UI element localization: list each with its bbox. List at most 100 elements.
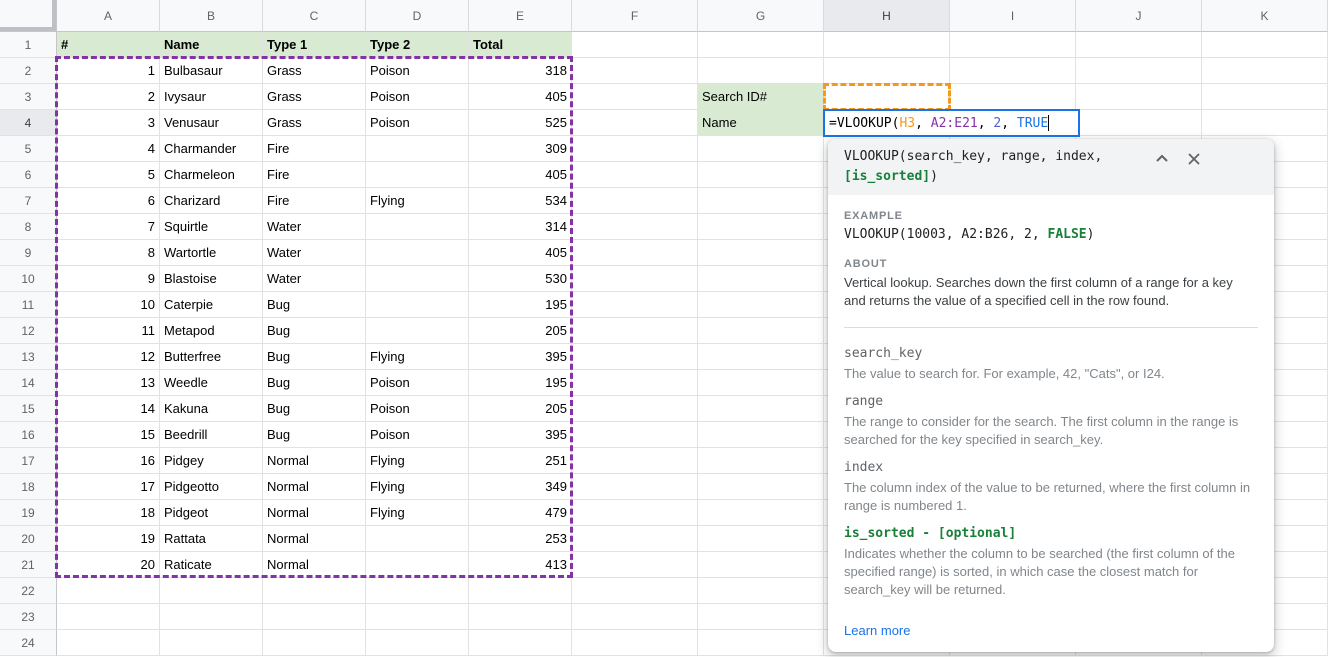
cell-E17[interactable]: 251 xyxy=(469,448,572,474)
cell-C16[interactable]: Bug xyxy=(263,422,366,448)
column-header-g[interactable]: G xyxy=(698,0,824,32)
formula-input[interactable]: =VLOOKUP(H3, A2:E21, 2, TRUE xyxy=(823,109,1080,137)
cell-G11[interactable] xyxy=(698,292,824,318)
cell-D5[interactable] xyxy=(366,136,469,162)
row-header-5[interactable]: 5 xyxy=(0,136,57,162)
cell-D14[interactable]: Poison xyxy=(366,370,469,396)
learn-more-link[interactable]: Learn more xyxy=(844,623,910,638)
cell-D21[interactable] xyxy=(366,552,469,578)
cell-E24[interactable] xyxy=(469,630,572,656)
cell-D7[interactable]: Flying xyxy=(366,188,469,214)
cell-D2[interactable]: Poison xyxy=(366,58,469,84)
cell-C15[interactable]: Bug xyxy=(263,396,366,422)
cell-A4[interactable]: 3 xyxy=(57,110,160,136)
cell-G5[interactable] xyxy=(698,136,824,162)
cell-E1[interactable]: Total xyxy=(469,32,572,58)
row-header-12[interactable]: 12 xyxy=(0,318,57,344)
cell-J2[interactable] xyxy=(1076,58,1202,84)
cell-H3[interactable] xyxy=(824,84,950,110)
cell-E21[interactable]: 413 xyxy=(469,552,572,578)
cell-K2[interactable] xyxy=(1202,58,1328,84)
row-header-10[interactable]: 10 xyxy=(0,266,57,292)
cell-D23[interactable] xyxy=(366,604,469,630)
cell-F13[interactable] xyxy=(572,344,698,370)
cell-B19[interactable]: Pidgeot xyxy=(160,500,263,526)
cell-I2[interactable] xyxy=(950,58,1076,84)
cell-G8[interactable] xyxy=(698,214,824,240)
row-header-8[interactable]: 8 xyxy=(0,214,57,240)
cell-C3[interactable]: Grass xyxy=(263,84,366,110)
cell-G20[interactable] xyxy=(698,526,824,552)
cell-G15[interactable] xyxy=(698,396,824,422)
cell-A16[interactable]: 15 xyxy=(57,422,160,448)
cell-B11[interactable]: Caterpie xyxy=(160,292,263,318)
cell-I1[interactable] xyxy=(950,32,1076,58)
cell-A13[interactable]: 12 xyxy=(57,344,160,370)
cell-F2[interactable] xyxy=(572,58,698,84)
cell-F5[interactable] xyxy=(572,136,698,162)
cell-C1[interactable]: Type 1 xyxy=(263,32,366,58)
cell-B16[interactable]: Beedrill xyxy=(160,422,263,448)
cell-E10[interactable]: 530 xyxy=(469,266,572,292)
cell-G16[interactable] xyxy=(698,422,824,448)
cell-F15[interactable] xyxy=(572,396,698,422)
cell-J4[interactable] xyxy=(1076,110,1202,136)
cell-E5[interactable]: 309 xyxy=(469,136,572,162)
cell-K3[interactable] xyxy=(1202,84,1328,110)
cell-C19[interactable]: Normal xyxy=(263,500,366,526)
row-header-20[interactable]: 20 xyxy=(0,526,57,552)
cell-F11[interactable] xyxy=(572,292,698,318)
cell-C12[interactable]: Bug xyxy=(263,318,366,344)
cell-G22[interactable] xyxy=(698,578,824,604)
cell-C22[interactable] xyxy=(263,578,366,604)
row-header-14[interactable]: 14 xyxy=(0,370,57,396)
column-header-j[interactable]: J xyxy=(1076,0,1202,32)
cell-C10[interactable]: Water xyxy=(263,266,366,292)
cell-E2[interactable]: 318 xyxy=(469,58,572,84)
row-header-6[interactable]: 6 xyxy=(0,162,57,188)
cell-A6[interactable]: 5 xyxy=(57,162,160,188)
cell-A7[interactable]: 6 xyxy=(57,188,160,214)
cell-F8[interactable] xyxy=(572,214,698,240)
cell-E18[interactable]: 349 xyxy=(469,474,572,500)
cell-F6[interactable] xyxy=(572,162,698,188)
cell-B6[interactable]: Charmeleon xyxy=(160,162,263,188)
cell-K1[interactable] xyxy=(1202,32,1328,58)
cell-C6[interactable]: Fire xyxy=(263,162,366,188)
cell-B8[interactable]: Squirtle xyxy=(160,214,263,240)
cell-C17[interactable]: Normal xyxy=(263,448,366,474)
cell-G2[interactable] xyxy=(698,58,824,84)
cell-B7[interactable]: Charizard xyxy=(160,188,263,214)
cell-B9[interactable]: Wartortle xyxy=(160,240,263,266)
cell-B10[interactable]: Blastoise xyxy=(160,266,263,292)
row-header-11[interactable]: 11 xyxy=(0,292,57,318)
cell-E7[interactable]: 534 xyxy=(469,188,572,214)
cell-C2[interactable]: Grass xyxy=(263,58,366,84)
cell-F19[interactable] xyxy=(572,500,698,526)
cell-G7[interactable] xyxy=(698,188,824,214)
cell-G10[interactable] xyxy=(698,266,824,292)
cell-D20[interactable] xyxy=(366,526,469,552)
cell-B14[interactable]: Weedle xyxy=(160,370,263,396)
cell-B2[interactable]: Bulbasaur xyxy=(160,58,263,84)
close-icon[interactable] xyxy=(1186,151,1202,167)
cell-G18[interactable] xyxy=(698,474,824,500)
cell-B20[interactable]: Rattata xyxy=(160,526,263,552)
cell-H1[interactable] xyxy=(824,32,950,58)
cell-F4[interactable] xyxy=(572,110,698,136)
row-header-24[interactable]: 24 xyxy=(0,630,57,656)
cell-D4[interactable]: Poison xyxy=(366,110,469,136)
cell-C21[interactable]: Normal xyxy=(263,552,366,578)
cell-F12[interactable] xyxy=(572,318,698,344)
cell-B12[interactable]: Metapod xyxy=(160,318,263,344)
row-header-23[interactable]: 23 xyxy=(0,604,57,630)
cell-G4[interactable]: Name xyxy=(698,110,824,136)
row-header-13[interactable]: 13 xyxy=(0,344,57,370)
cell-F9[interactable] xyxy=(572,240,698,266)
cell-C20[interactable]: Normal xyxy=(263,526,366,552)
cell-E4[interactable]: 525 xyxy=(469,110,572,136)
cell-A20[interactable]: 19 xyxy=(57,526,160,552)
column-header-h[interactable]: H xyxy=(824,0,950,32)
row-header-16[interactable]: 16 xyxy=(0,422,57,448)
cell-D15[interactable]: Poison xyxy=(366,396,469,422)
